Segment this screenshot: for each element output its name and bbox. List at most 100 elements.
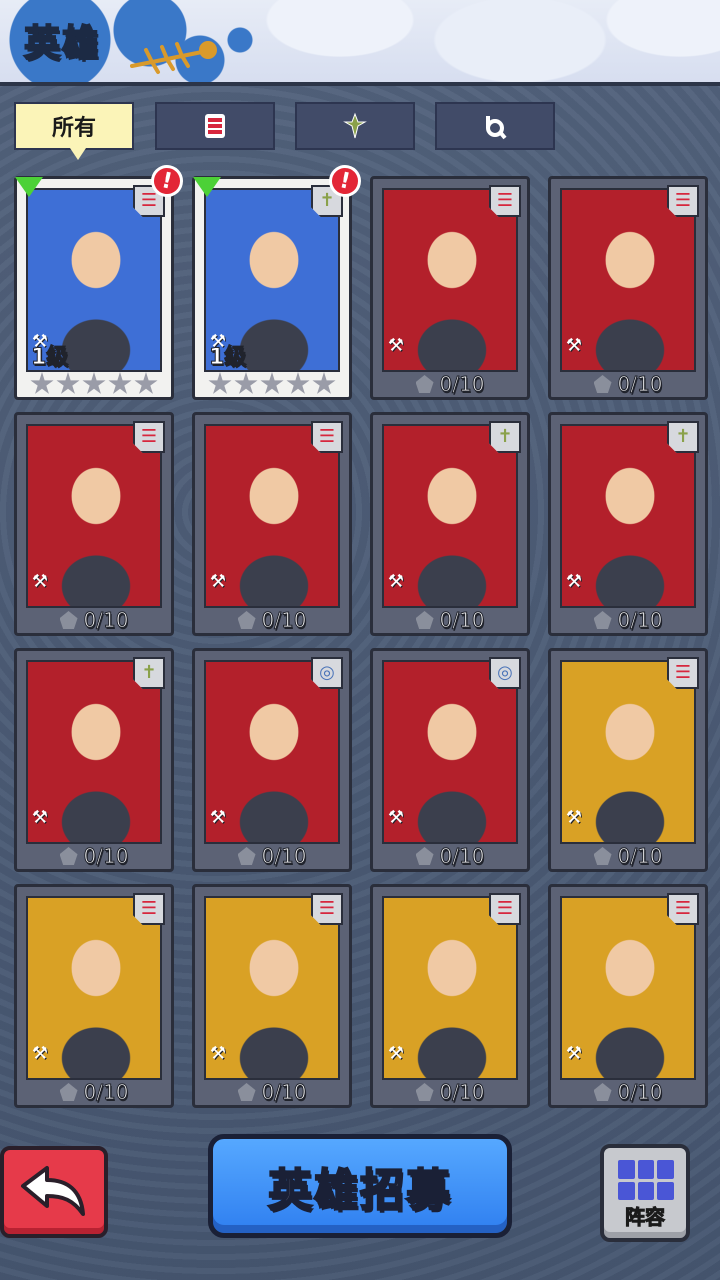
page-title: 英雄 <box>23 22 101 65</box>
star-icon <box>286 372 310 394</box>
hero-recruit-label: 英雄招募 <box>267 1164 452 1217</box>
tab-tech[interactable] <box>435 102 555 150</box>
hero-card[interactable]: ✝ ⚒ 1级! <box>192 162 364 400</box>
weapon-icon: ⚒ <box>565 335 583 356</box>
weapon-icon: ⚒ <box>31 807 49 828</box>
fragment-icon <box>415 611 434 629</box>
hero-card[interactable]: ☰ ⚒ 0/10 <box>548 176 708 400</box>
star-icon <box>82 372 106 394</box>
fragment-icon <box>593 375 612 393</box>
fragment-progress: 0/10 <box>195 1079 349 1105</box>
hero-level: 1级 <box>30 345 69 371</box>
hero-card[interactable]: ✝ ⚒ 0/10 <box>370 412 530 636</box>
hero-recruit-button[interactable]: 英雄招募 <box>208 1134 512 1238</box>
fragment-progress: 0/10 <box>551 843 705 869</box>
fragment-icon <box>415 1083 434 1101</box>
hero-card[interactable]: ✝ ⚒ 0/10 <box>14 648 174 872</box>
fragment-count: 0/10 <box>83 1080 129 1105</box>
lineup-grid-icon <box>618 1160 674 1200</box>
upgrade-indicator <box>193 177 221 197</box>
hero-card[interactable]: ☰ ⚒ 0/10 <box>370 176 530 400</box>
lineup-button[interactable]: 阵容 <box>600 1144 690 1242</box>
hero-card[interactable]: ✝ ⚒ 0/10 <box>548 412 708 636</box>
fragment-progress: 0/10 <box>17 1079 171 1105</box>
fragment-icon <box>59 1083 78 1101</box>
weapon-icon: ⚒ <box>209 1043 227 1064</box>
fragment-count: 0/10 <box>617 372 663 397</box>
weapon-icon: ⚒ <box>31 1043 49 1064</box>
hero-card[interactable]: ☰ ⚒ 1级! <box>14 162 186 400</box>
star-icon <box>134 372 158 394</box>
weapon-icon: ⚒ <box>565 571 583 592</box>
sniper-class-icon <box>343 112 367 139</box>
hero-card[interactable]: ☰ ⚒ 0/10 <box>548 648 708 872</box>
fragment-icon <box>59 611 78 629</box>
fragment-progress: 0/10 <box>373 607 527 633</box>
tab-all[interactable]: 所有 <box>14 102 134 160</box>
fragment-count: 0/10 <box>261 608 307 633</box>
star-icon <box>56 372 80 394</box>
fragment-count: 0/10 <box>439 844 485 869</box>
fragment-count: 0/10 <box>617 608 663 633</box>
fragment-progress: 0/10 <box>17 607 171 633</box>
header-bar: 英雄 <box>0 0 720 86</box>
weapon-icon: ⚒ <box>387 807 405 828</box>
back-arrow-icon <box>21 1166 85 1216</box>
fragment-count: 0/10 <box>617 844 663 869</box>
hero-level: 1级 <box>208 345 247 371</box>
tab-all-label: 所有 <box>51 116 96 141</box>
hero-card[interactable]: ☰ ⚒ 0/10 <box>14 412 174 636</box>
fragment-icon <box>237 611 256 629</box>
star-icon <box>108 372 132 394</box>
fragment-progress: 0/10 <box>551 607 705 633</box>
fish-bone-icon <box>130 41 217 74</box>
fragment-count: 0/10 <box>261 1080 307 1105</box>
star-icon <box>30 372 54 394</box>
star-icon <box>234 372 258 394</box>
star-icon <box>208 372 232 394</box>
fragment-count: 0/10 <box>83 608 129 633</box>
weapon-icon: ⚒ <box>565 807 583 828</box>
hero-card[interactable]: ☰ ⚒ 0/10 <box>192 412 352 636</box>
hero-card[interactable]: ☰ ⚒ 0/10 <box>192 884 352 1108</box>
fragment-count: 0/10 <box>261 844 307 869</box>
weapon-icon: ⚒ <box>387 335 405 356</box>
upgrade-indicator <box>15 177 43 197</box>
star-rating <box>195 371 349 397</box>
fragment-progress: 0/10 <box>551 371 705 397</box>
fragment-progress: 0/10 <box>195 607 349 633</box>
fragment-progress: 0/10 <box>17 843 171 869</box>
weapon-icon: ⚒ <box>387 1043 405 1064</box>
tech-class-icon <box>486 116 507 140</box>
fragment-count: 0/10 <box>439 1080 485 1105</box>
fragment-count: 0/10 <box>439 608 485 633</box>
fragment-icon <box>237 847 256 865</box>
fragment-icon <box>415 847 434 865</box>
hero-card[interactable]: ☰ ⚒ 0/10 <box>14 884 174 1108</box>
weapon-icon: ⚒ <box>387 571 405 592</box>
weapon-icon: ⚒ <box>31 571 49 592</box>
fragment-count: 0/10 <box>617 1080 663 1105</box>
fragment-count: 0/10 <box>439 372 485 397</box>
weapon-icon: ⚒ <box>565 1043 583 1064</box>
back-button[interactable] <box>0 1146 108 1238</box>
star-rating <box>17 371 171 397</box>
hero-card[interactable]: ☰ ⚒ 0/10 <box>370 884 530 1108</box>
fragment-progress: 0/10 <box>551 1079 705 1105</box>
fragment-icon <box>593 611 612 629</box>
fragment-progress: 0/10 <box>373 371 527 397</box>
star-icon <box>260 372 284 394</box>
fragment-progress: 0/10 <box>373 843 527 869</box>
lineup-label: 阵容 <box>625 1205 666 1230</box>
fragment-count: 0/10 <box>83 844 129 869</box>
fragment-progress: 0/10 <box>373 1079 527 1105</box>
hero-card[interactable]: ◎ ⚒ 0/10 <box>370 648 530 872</box>
fragment-icon <box>593 847 612 865</box>
fragment-icon <box>237 1083 256 1101</box>
hero-card[interactable]: ◎ ⚒ 0/10 <box>192 648 352 872</box>
fragment-icon <box>415 375 434 393</box>
tab-tank[interactable] <box>155 102 275 150</box>
tank-class-icon <box>205 114 225 138</box>
hero-card[interactable]: ☰ ⚒ 0/10 <box>548 884 708 1108</box>
tab-sniper[interactable] <box>295 102 415 150</box>
